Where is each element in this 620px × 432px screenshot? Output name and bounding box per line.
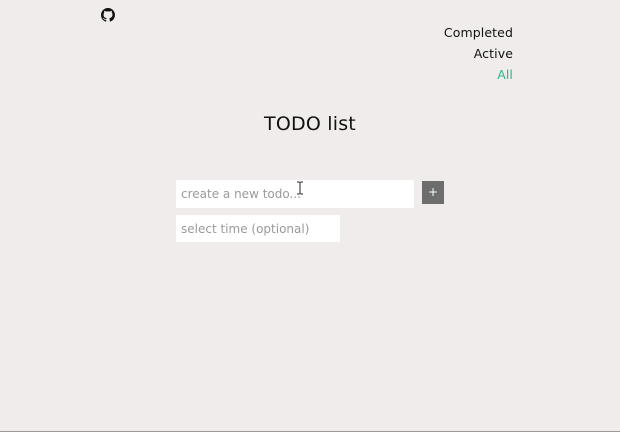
github-icon[interactable] xyxy=(101,8,115,22)
new-todo-input[interactable] xyxy=(176,180,414,208)
page-title: TODO list xyxy=(264,113,356,135)
add-todo-button[interactable]: + xyxy=(422,181,444,204)
filter-all[interactable]: All xyxy=(497,66,513,83)
filter-completed[interactable]: Completed xyxy=(444,24,513,41)
text-cursor-icon xyxy=(296,181,304,195)
filter-active[interactable]: Active xyxy=(474,45,513,62)
filter-menu: Completed Active All xyxy=(444,24,513,83)
time-input[interactable] xyxy=(176,215,340,242)
